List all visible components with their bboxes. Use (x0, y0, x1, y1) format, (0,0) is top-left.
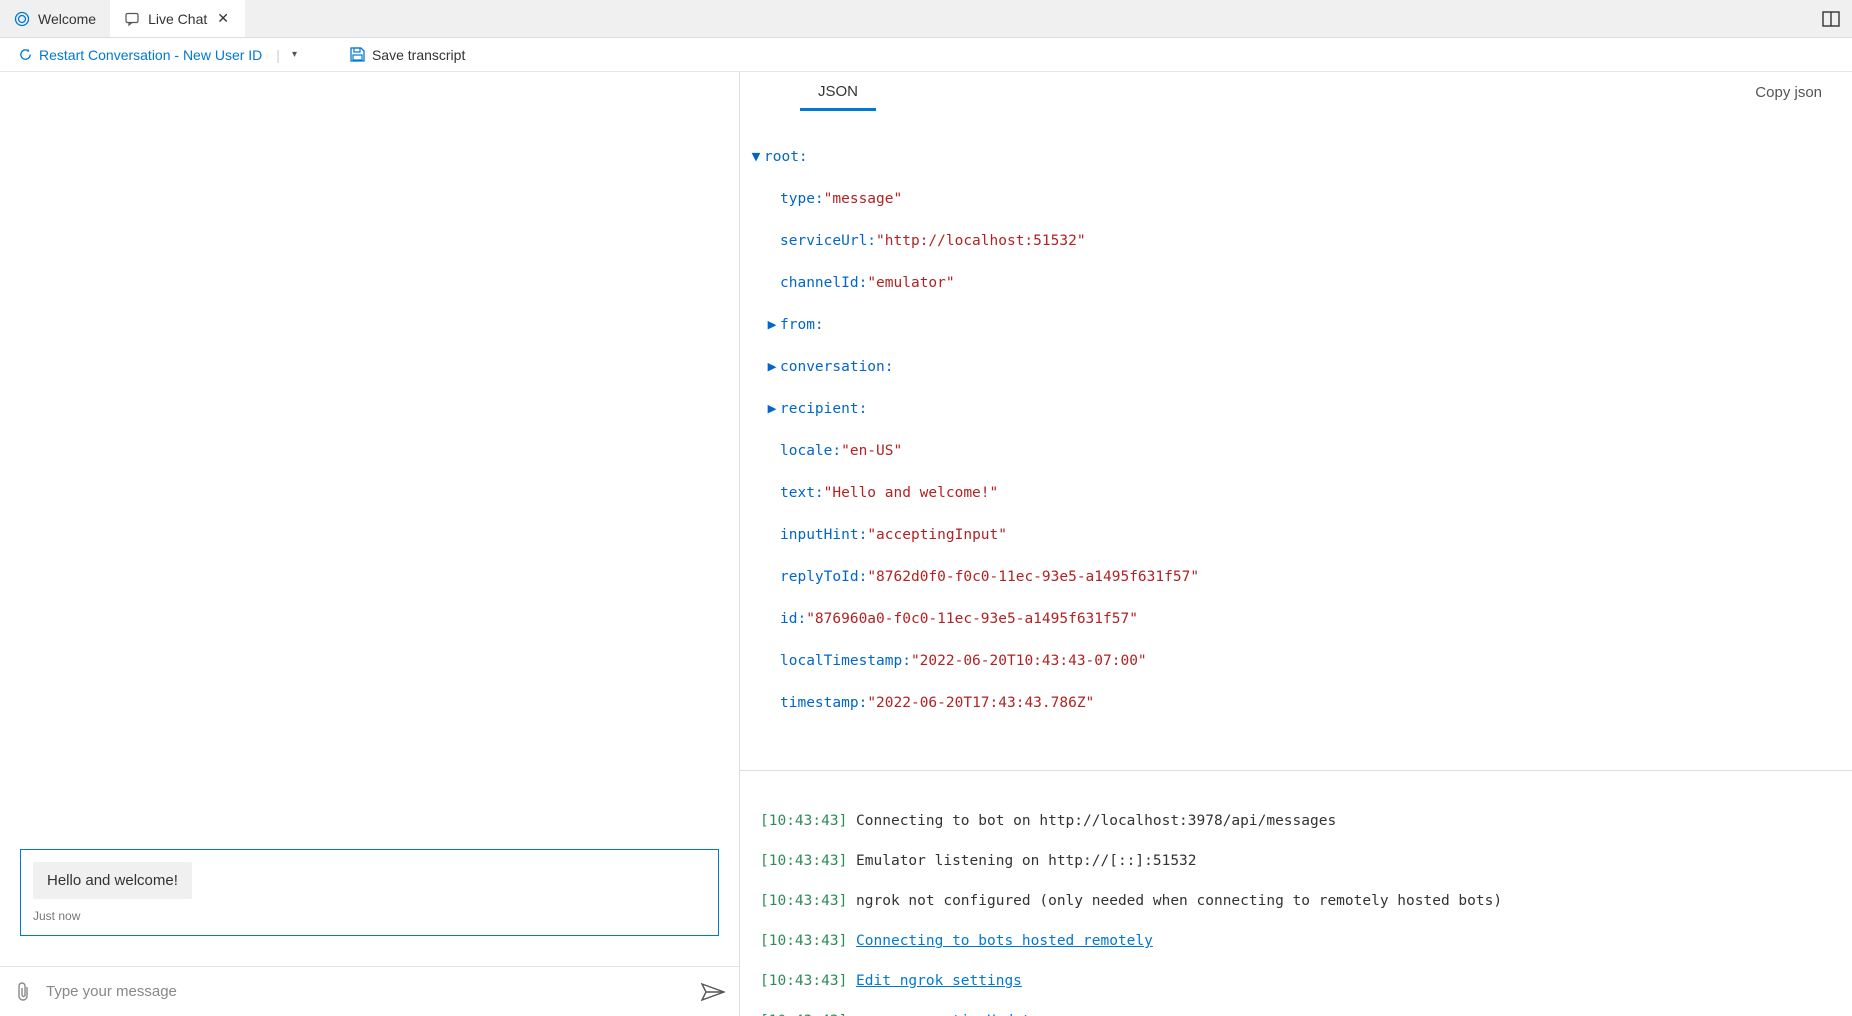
log-line: [10:43:43] ngrok not configured (only ne… (760, 891, 1832, 911)
json-value: "message" (824, 189, 903, 210)
log-line: [10:43:43] Emulator listening on http://… (760, 851, 1832, 871)
send-icon[interactable] (701, 983, 725, 1001)
json-value: "876960a0-f0c0-11ec-93e5-a1495f631f57" (806, 609, 1138, 630)
json-key: text: (780, 483, 824, 504)
chat-panel: Hello and welcome! Just now (0, 72, 740, 1016)
save-transcript-button[interactable]: Save transcript (341, 42, 473, 67)
attachment-icon[interactable] (14, 981, 32, 1003)
json-key: from: (780, 315, 824, 336)
log-text: Emulator listening on http://[::]:51532 (856, 853, 1196, 869)
copy-json-button[interactable]: Copy json (1755, 84, 1832, 101)
message-text: Hello and welcome! (47, 872, 178, 889)
log-link[interactable]: Connecting to bots hosted remotely (856, 933, 1153, 949)
tree-toggle[interactable]: ▶ (764, 399, 780, 420)
log-timestamp: [10:43:43] (760, 933, 847, 949)
message-input[interactable] (46, 983, 687, 1000)
tree-toggle[interactable]: ▼ (748, 147, 764, 168)
chat-icon (124, 11, 140, 27)
json-value: "2022-06-20T10:43:43-07:00" (911, 651, 1147, 672)
save-icon (349, 46, 366, 63)
json-key: type: (780, 189, 824, 210)
chevron-down-icon[interactable]: ▾ (286, 45, 303, 64)
panel-toggle-icon[interactable] (1822, 11, 1840, 27)
json-value: "acceptingInput" (867, 525, 1007, 546)
chat-transcript: Hello and welcome! Just now (0, 72, 739, 966)
restart-conversation-button[interactable]: Restart Conversation - New User ID (10, 43, 270, 67)
log-panel: [10:43:43] Connecting to bot on http://l… (740, 771, 1852, 1016)
json-key: locale: (780, 441, 841, 462)
refresh-icon (18, 47, 33, 62)
log-text: ngrok not configured (only needed when c… (856, 893, 1502, 909)
chat-input-bar (0, 966, 739, 1016)
json-key: localTimestamp: (780, 651, 911, 672)
json-value: "http://localhost:51532" (876, 231, 1086, 252)
json-key: inputHint: (780, 525, 867, 546)
log-line: [10:43:43] Connecting to bots hosted rem… (760, 931, 1832, 951)
log-link[interactable]: Edit ngrok settings (856, 973, 1022, 989)
tab-label: Welcome (38, 11, 96, 27)
welcome-icon (14, 11, 30, 27)
json-value: "Hello and welcome!" (824, 483, 999, 504)
message-bubble: Hello and welcome! (33, 862, 192, 899)
restart-label: Restart Conversation - New User ID (39, 47, 262, 63)
log-timestamp: [10:43:43] (760, 853, 847, 869)
json-value: "en-US" (841, 441, 902, 462)
json-tab[interactable]: JSON (800, 75, 876, 111)
log-timestamp: [10:43:43] (760, 893, 847, 909)
separator: | (276, 47, 280, 63)
inspector-panel: JSON Copy json ▼root: type: "message" se… (740, 72, 1852, 1016)
json-key: channelId: (780, 273, 867, 294)
tab-welcome[interactable]: Welcome (0, 0, 110, 37)
json-key: serviceUrl: (780, 231, 876, 252)
json-tree: ▼root: type: "message" serviceUrl: "http… (740, 114, 1852, 771)
main-area: Hello and welcome! Just now JSON Copy js… (0, 72, 1852, 1016)
json-value: "emulator" (867, 273, 954, 294)
json-key: replyToId: (780, 567, 867, 588)
json-key: timestamp: (780, 693, 867, 714)
log-line: [10:43:43] Connecting to bot on http://l… (760, 811, 1832, 831)
tree-toggle[interactable]: ▶ (764, 315, 780, 336)
tab-bar: Welcome Live Chat ✕ (0, 0, 1852, 38)
json-key: conversation: (780, 357, 894, 378)
tab-label: Live Chat (148, 11, 207, 27)
log-timestamp: [10:43:43] (760, 973, 847, 989)
json-key: id: (780, 609, 806, 630)
json-value: "8762d0f0-f0c0-11ec-93e5-a1495f631f57" (867, 567, 1199, 588)
json-key: root: (764, 147, 808, 168)
log-timestamp: [10:43:43] (760, 813, 847, 829)
close-icon[interactable]: ✕ (215, 10, 231, 27)
json-header: JSON Copy json (740, 72, 1852, 114)
toolbar: Restart Conversation - New User ID | ▾ S… (0, 38, 1852, 72)
json-value: "2022-06-20T17:43:43.786Z" (867, 693, 1094, 714)
json-key: recipient: (780, 399, 867, 420)
tab-live-chat[interactable]: Live Chat ✕ (110, 0, 245, 37)
log-line: [10:43:43] Edit ngrok settings (760, 971, 1832, 991)
save-label: Save transcript (372, 47, 465, 63)
selected-message[interactable]: Hello and welcome! Just now (20, 849, 719, 936)
message-timestamp: Just now (33, 909, 706, 923)
tree-toggle[interactable]: ▶ (764, 357, 780, 378)
log-text: Connecting to bot on http://localhost:39… (856, 813, 1336, 829)
log-line: [10:43:43] -> conversationUpdate (760, 1011, 1832, 1016)
